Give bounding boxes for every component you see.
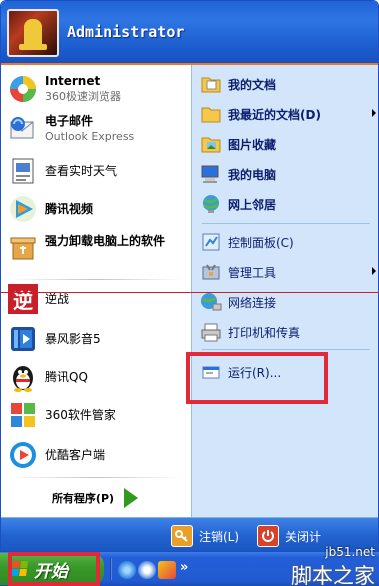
admin-tools-icon <box>200 261 222 283</box>
recent-item-360-manager[interactable]: 360软件管家 <box>7 399 187 431</box>
pinned-item-title: 强力卸载电脑上的软件 <box>45 234 166 248</box>
pinned-item-subtitle: 360极速浏览器 <box>45 90 121 103</box>
place-recent-documents[interactable]: 我最近的文档(D) <box>200 103 376 125</box>
recent-item-baofeng[interactable]: 暴风影音5 <box>7 323 187 355</box>
nizhan-game-icon: 逆 <box>7 283 39 315</box>
printers-fax-icon <box>200 321 222 343</box>
place-label: 我的文档 <box>228 77 277 92</box>
my-computer-icon <box>200 163 222 185</box>
place-label: 管理工具 <box>228 265 277 280</box>
media-quicklaunch-icon[interactable] <box>138 561 156 579</box>
logoff-button[interactable]: 注销(L) <box>171 525 239 547</box>
pinned-item-title: 查看实时天气 <box>45 163 118 178</box>
place-label: 控制面板(C) <box>228 235 294 250</box>
place-printers-fax[interactable]: 打印机和传真 <box>200 321 376 343</box>
recent-item-label: 逆战 <box>45 291 70 306</box>
submenu-arrow-icon <box>372 267 376 275</box>
ie-quicklaunch-icon[interactable] <box>118 561 136 579</box>
pinned-item-title: Internet <box>45 74 101 88</box>
place-admin-tools[interactable]: 管理工具 <box>200 261 376 283</box>
place-label: 网上邻居 <box>228 197 277 212</box>
recent-item-nizhan[interactable]: 逆 逆战 <box>7 283 187 315</box>
tencent-video-icon <box>7 193 39 225</box>
submenu-arrow-icon <box>372 109 376 117</box>
pinned-item-title: 电子邮件 <box>45 114 94 128</box>
start-highlight-box <box>8 552 100 586</box>
weather-icon <box>7 155 39 187</box>
places-separator <box>202 223 370 224</box>
pinned-separator <box>9 279 183 280</box>
place-label: 我的电脑 <box>228 167 277 182</box>
recent-item-youku[interactable]: 优酷客户端 <box>7 439 187 471</box>
all-programs-separator <box>9 477 183 478</box>
outlook-express-icon <box>7 113 39 145</box>
pinned-item-weather[interactable]: 查看实时天气 <box>7 155 187 187</box>
recent-item-label: 腾讯QQ <box>45 369 88 384</box>
start-menu-footer: 注销(L) 关闭计 <box>1 517 378 551</box>
360-software-manager-icon <box>7 399 39 431</box>
uninstaller-icon <box>7 232 39 264</box>
my-pictures-icon <box>200 133 222 155</box>
logoff-label: 注销(L) <box>199 529 240 544</box>
recent-documents-icon <box>200 103 222 125</box>
pinned-programs-pane: Internet 360极速浏览器 电子邮件 Outlook Express 查… <box>1 65 191 517</box>
watermark-site: jb51.net <box>325 545 375 559</box>
recent-item-label: 暴风影音5 <box>45 331 101 346</box>
place-label: 打印机和传真 <box>228 325 301 340</box>
360-browser-icon <box>7 73 39 105</box>
key-icon <box>171 525 193 547</box>
all-programs-label: 所有程序(P) <box>51 492 115 505</box>
start-menu: Administrator Internet 360极速浏览器 电子邮件 Out… <box>0 0 379 552</box>
place-my-computer[interactable]: 我的电脑 <box>200 163 376 185</box>
place-my-documents[interactable]: 我的文档 <box>200 73 376 95</box>
recent-item-qq[interactable]: 腾讯QQ <box>7 361 187 393</box>
pinned-item-title: 腾讯视频 <box>45 201 94 216</box>
red-guide-line <box>0 292 379 293</box>
pinned-item-uninstaller[interactable]: 强力卸载电脑上的软件 <box>7 232 187 264</box>
start-menu-header: Administrator <box>1 1 378 65</box>
pinned-item-email[interactable]: 电子邮件 Outlook Express <box>7 113 187 145</box>
green-arrow-icon <box>122 488 140 508</box>
place-network-places[interactable]: 网上邻居 <box>200 193 376 215</box>
places-separator <box>202 349 370 350</box>
my-documents-icon <box>200 73 222 95</box>
pinned-item-tencent-video[interactable]: 腾讯视频 <box>7 193 187 225</box>
more-quicklaunch-icon[interactable]: » <box>180 560 188 575</box>
place-control-panel[interactable]: 控制面板(C) <box>200 231 376 253</box>
baofeng-player-icon <box>7 323 39 355</box>
user-avatar[interactable] <box>7 9 59 57</box>
watermark-name: 脚本之家 <box>291 564 375 586</box>
qq-penguin-icon <box>7 361 39 393</box>
place-my-pictures[interactable]: 图片收藏 <box>200 133 376 155</box>
recent-item-label: 360软件管家 <box>45 407 116 422</box>
shutdown-button[interactable]: 关闭计 <box>257 525 321 547</box>
place-network-connections[interactable]: 网络连接 <box>200 291 376 313</box>
network-places-icon <box>200 193 222 215</box>
power-icon <box>257 525 279 547</box>
place-label: 图片收藏 <box>228 137 277 152</box>
run-highlight-box <box>186 352 328 404</box>
place-label: 我最近的文档(D) <box>228 107 321 122</box>
app-quicklaunch-icon[interactable] <box>158 561 176 579</box>
user-name: Administrator <box>67 23 185 41</box>
recent-item-label: 优酷客户端 <box>45 447 106 462</box>
place-label: 网络连接 <box>228 295 277 310</box>
pinned-item-subtitle: Outlook Express <box>45 130 135 143</box>
quicklaunch-separator <box>110 558 112 580</box>
youku-client-icon <box>7 439 39 471</box>
network-connections-icon <box>200 291 222 313</box>
all-programs-button[interactable]: 所有程序(P) <box>1 479 191 517</box>
control-panel-icon <box>200 231 222 253</box>
system-places-pane: 我的文档 我最近的文档(D) 图片收藏 我的电脑 网上邻居 控制面板(C) 管理… <box>191 65 378 517</box>
shutdown-label: 关闭计 <box>285 529 322 544</box>
pinned-item-internet[interactable]: Internet 360极速浏览器 <box>7 73 187 105</box>
